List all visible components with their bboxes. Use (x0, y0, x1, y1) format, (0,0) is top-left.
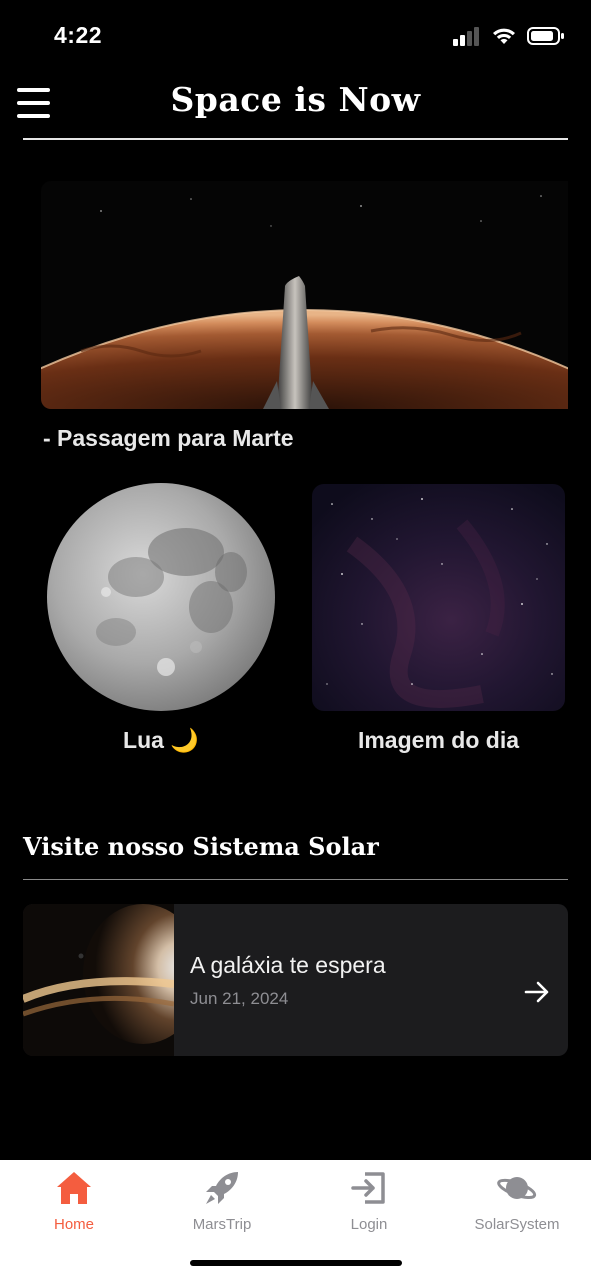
moon-label: Lua 🌙 (123, 727, 199, 753)
galaxy-post-card[interactable]: A galáxia te espera Jun 21, 2024 (23, 904, 568, 1056)
tab-login[interactable]: Login (295, 1160, 443, 1250)
moon-card[interactable] (46, 482, 276, 712)
section-title: Visite nosso Sistema Solar (23, 832, 379, 861)
moon-image (47, 483, 275, 711)
mars-banner[interactable] (41, 181, 568, 409)
post-title: A galáxia te espera (190, 952, 386, 978)
home-icon (57, 1172, 91, 1204)
arrow-right-icon[interactable] (524, 980, 550, 1004)
login-icon (351, 1172, 385, 1204)
mars-image (41, 181, 568, 409)
header-divider (23, 138, 568, 140)
blackhole-thumbnail (23, 904, 174, 1056)
post-date: Jun 21, 2024 (190, 989, 289, 1008)
battery-icon (527, 27, 564, 45)
app-title: Space is Now (170, 80, 421, 119)
tab-solarsystem-label: SolarSystem (474, 1216, 560, 1233)
status-bar: 4:22 (0, 0, 591, 70)
tab-solarsystem[interactable]: SolarSystem (443, 1160, 591, 1250)
tab-login-label: Login (350, 1216, 388, 1233)
status-time: 4:22 (54, 22, 103, 48)
status-icons (453, 26, 565, 46)
image-of-day-card[interactable] (312, 484, 565, 711)
tab-home[interactable]: Home (0, 1160, 148, 1250)
home-indicator (190, 1260, 402, 1266)
tab-home-label: Home (53, 1216, 94, 1233)
wifi-icon (493, 28, 515, 44)
image-of-day-label: Imagem do dia (357, 727, 520, 753)
signal-icon (453, 27, 479, 46)
mars-caption: - Passagem para Marte (43, 425, 294, 451)
nebula-image (312, 484, 565, 711)
section-divider (23, 879, 568, 880)
rocket-icon (206, 1172, 238, 1204)
tab-marstrip[interactable]: MarsTrip (148, 1160, 296, 1250)
planet-icon (497, 1177, 537, 1200)
app-header: Space is Now (0, 70, 591, 142)
tab-marstrip-label: MarsTrip (192, 1216, 252, 1233)
